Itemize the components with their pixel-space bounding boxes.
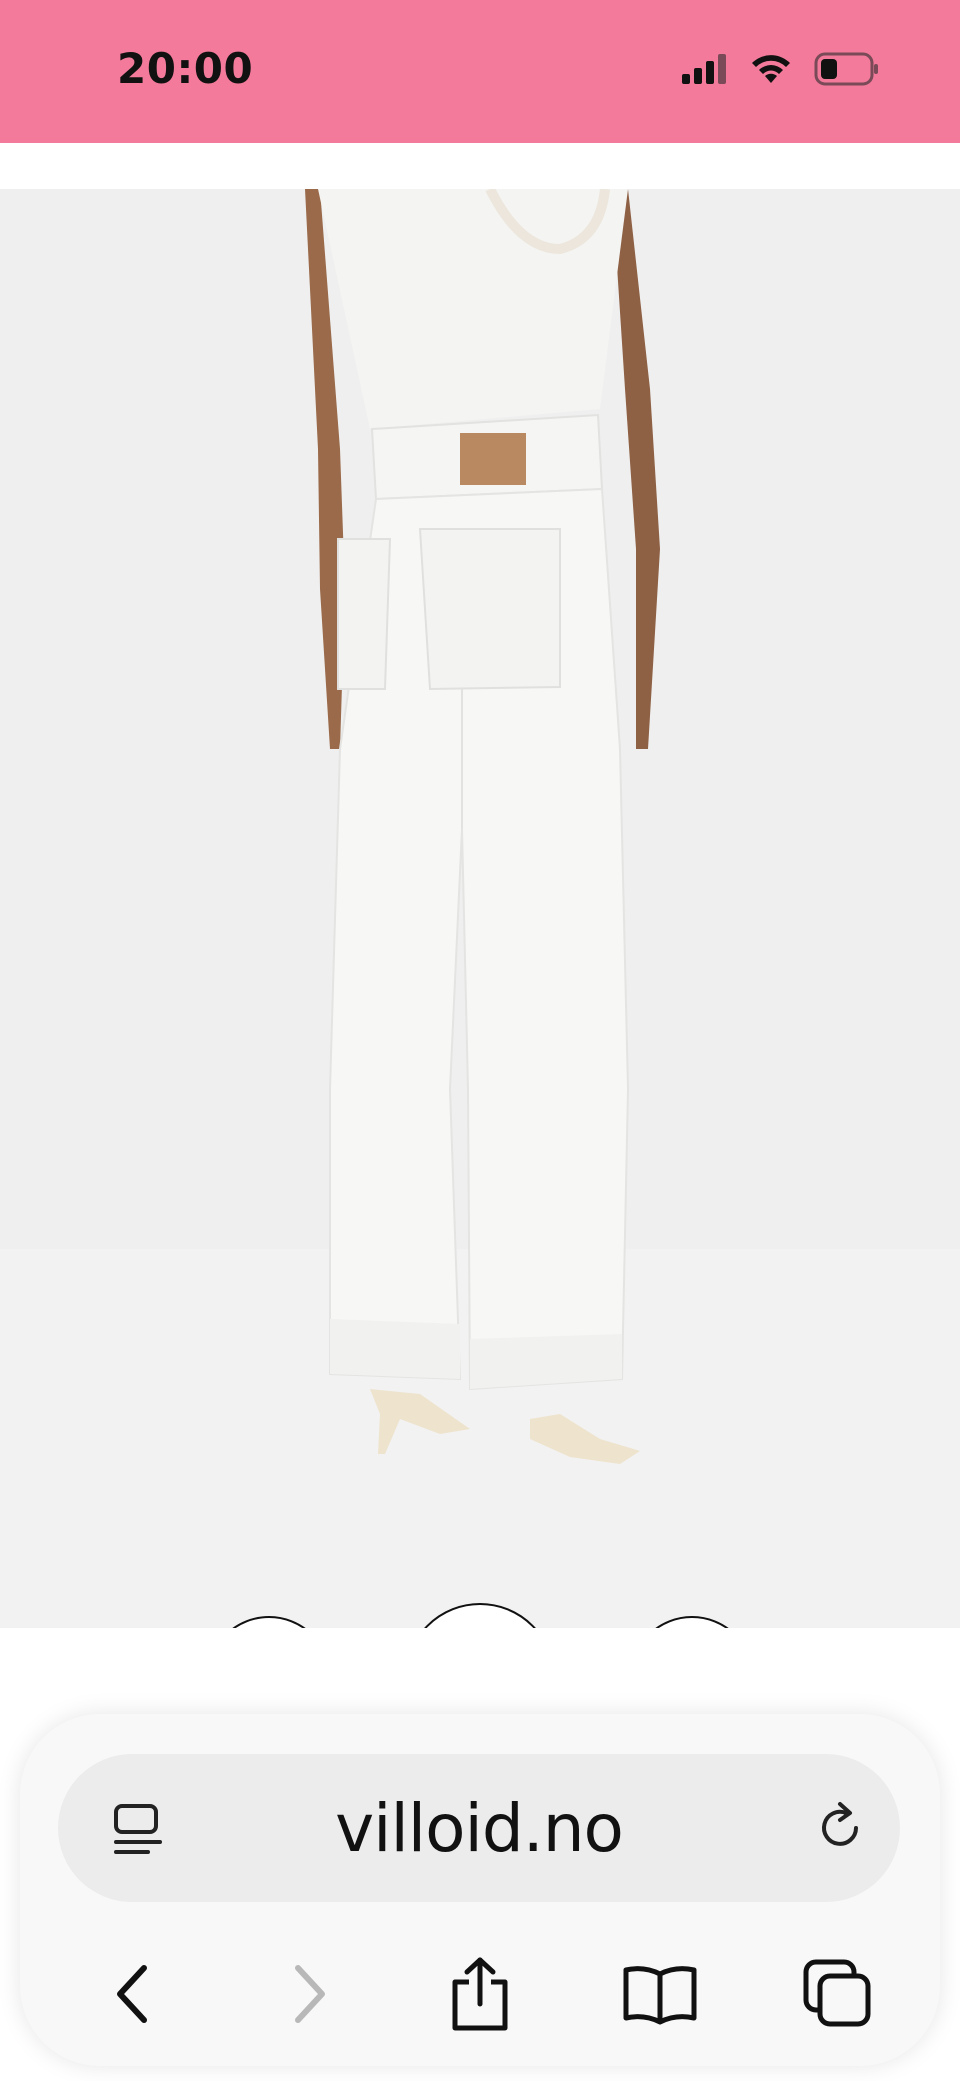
address-bar[interactable]: villoid.no (58, 1754, 900, 1902)
reload-icon[interactable] (810, 1798, 870, 1858)
wifi-icon (752, 55, 790, 83)
share-button[interactable] (440, 1954, 520, 2034)
forward-button[interactable] (270, 1954, 350, 2034)
status-time: 20:00 (117, 44, 254, 93)
tabs-icon (803, 1959, 871, 2027)
back-icon (117, 1965, 147, 2023)
status-icons (682, 52, 880, 86)
battery-icon (814, 52, 878, 86)
browser-toolbar-panel: villoid.no (20, 1714, 940, 2066)
spacer (0, 143, 960, 189)
forward-icon (295, 1965, 325, 2023)
signal-icon (682, 54, 726, 84)
url-text[interactable]: villoid.no (58, 1790, 900, 1867)
bookmarks-icon (623, 1966, 697, 2025)
bookmarks-button[interactable] (620, 1954, 700, 2034)
back-button[interactable] (92, 1954, 172, 2034)
browser-bottom-toolbar (20, 1936, 940, 2046)
status-bar: 20:00 (0, 0, 960, 143)
product-illustration (305, 189, 660, 1464)
product-photo[interactable] (0, 189, 960, 1628)
tabs-button[interactable] (798, 1954, 878, 2034)
share-icon (452, 1957, 508, 2031)
